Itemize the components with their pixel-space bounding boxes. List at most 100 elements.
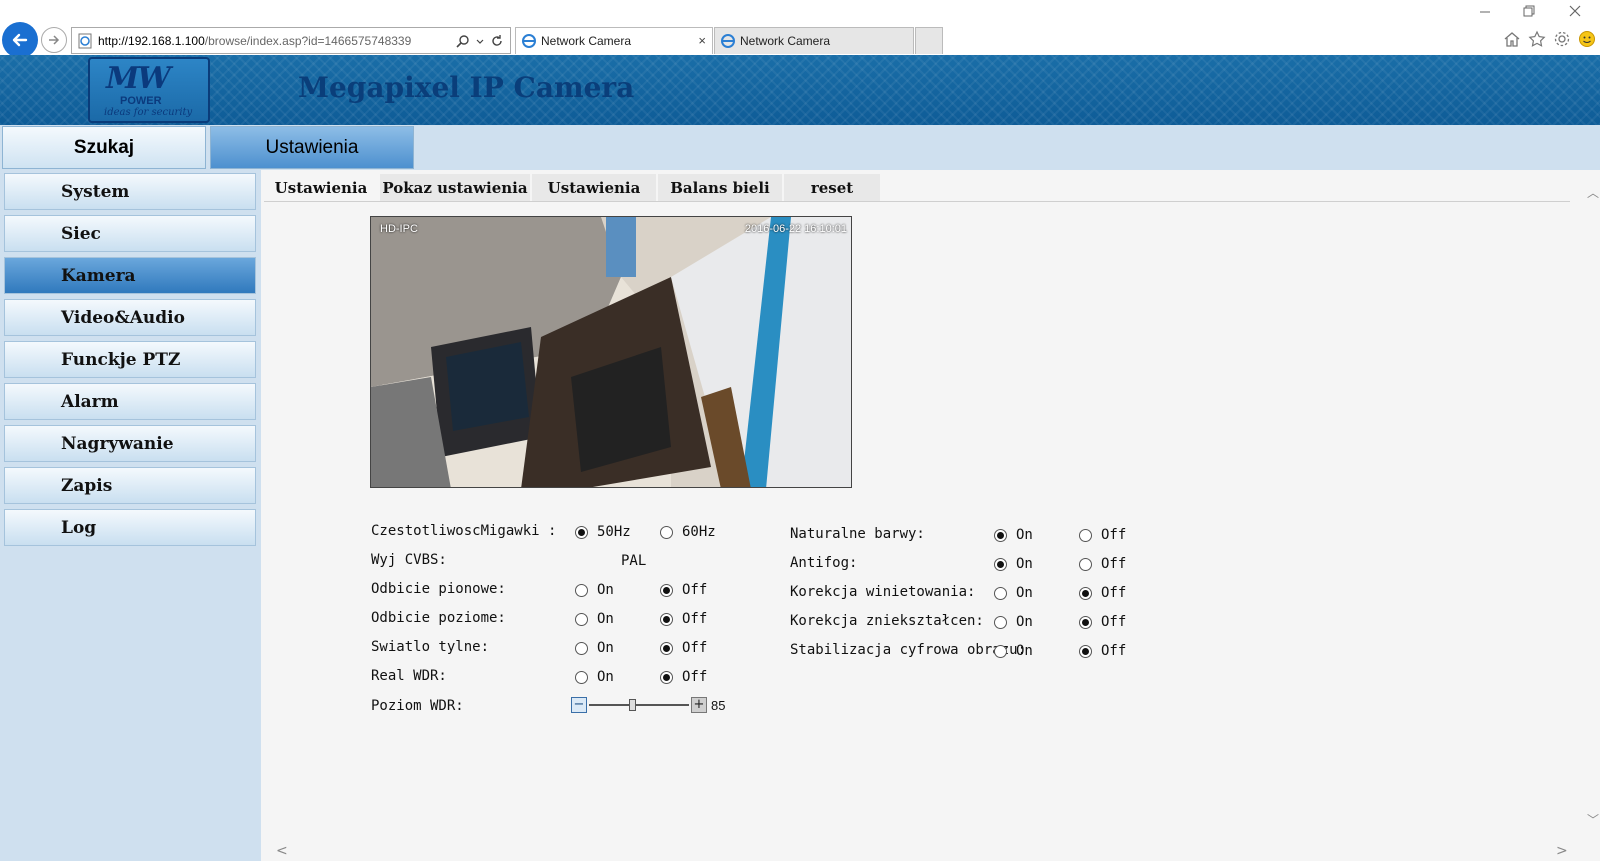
osd-timestamp: 2016-06-22 16:10:01 xyxy=(744,223,847,235)
sidebar-item-nagrywanie[interactable]: Nagrywanie xyxy=(4,425,256,462)
radio-backlight-on[interactable]: On xyxy=(575,640,614,656)
gear-icon[interactable] xyxy=(1553,30,1571,48)
label-vignette-correction: Korekcja winietowania: xyxy=(790,584,976,600)
radio-stabilization-on[interactable]: On xyxy=(994,643,1033,659)
radio-vflip-on[interactable]: On xyxy=(575,582,614,598)
subtab-ustawienia-2[interactable]: Ustawienia xyxy=(532,174,656,202)
page-title: Megapixel IP Camera xyxy=(298,71,635,104)
radio-wdr-on[interactable]: On xyxy=(575,669,614,685)
scroll-right-icon[interactable]: > xyxy=(1556,843,1568,859)
slider-track[interactable] xyxy=(589,704,689,706)
sidebar-item-siec[interactable]: Siec xyxy=(4,215,256,252)
favorites-star-icon[interactable] xyxy=(1528,30,1546,48)
subtab-reset[interactable]: reset xyxy=(784,174,880,202)
radio-shutter-50hz[interactable]: 50Hz xyxy=(575,524,631,540)
slider-handle[interactable] xyxy=(629,699,636,711)
radio-shutter-60hz[interactable]: 60Hz xyxy=(660,524,716,540)
tab-network-camera-active[interactable]: Network Camera × xyxy=(515,27,713,54)
forward-button[interactable] xyxy=(41,27,67,53)
tab-title: Network Camera xyxy=(740,34,831,48)
tab-title: Network Camera xyxy=(541,34,632,48)
scroll-down-icon[interactable]: ﹀ xyxy=(1587,811,1599,828)
sidebar-item-system[interactable]: System xyxy=(4,173,256,210)
radio-antifog-off[interactable]: Off xyxy=(1079,556,1126,572)
label-natural-colors: Naturalne barwy: xyxy=(790,526,925,542)
mw-power-logo: MW POWER ideas for security xyxy=(88,57,210,123)
radio-distortion-on[interactable]: On xyxy=(994,614,1033,630)
label-digital-stabilization: Stabilizacja cyfrowa obrazu: xyxy=(790,642,1027,658)
label-antifog: Antifog: xyxy=(790,555,858,571)
sidebar-item-video-audio[interactable]: Video&Audio xyxy=(4,299,256,336)
tab-ustawienia[interactable]: Ustawienia xyxy=(210,126,414,169)
radio-vignette-on[interactable]: On xyxy=(994,585,1033,601)
browser-chrome: http://192.168.1.100/browse/index.asp?id… xyxy=(0,0,1600,58)
camera-preview: HD-IPC 2016-06-22 16:10:01 xyxy=(370,216,852,488)
sidebar-item-alarm[interactable]: Alarm xyxy=(4,383,256,420)
dropdown-icon[interactable] xyxy=(476,34,484,48)
ie-logo-icon xyxy=(522,34,536,48)
ie-page-icon xyxy=(78,33,92,48)
wdr-level-slider[interactable]: − + xyxy=(571,697,707,713)
back-button[interactable] xyxy=(2,22,38,58)
restore-icon[interactable] xyxy=(1522,4,1536,18)
sidebar-item-ptz[interactable]: Funckje PTZ xyxy=(4,341,256,378)
subtab-pokaz-ustawienia[interactable]: Pokaz ustawienia xyxy=(380,174,530,202)
sidebar-item-zapis[interactable]: Zapis xyxy=(4,467,256,504)
close-tab-icon[interactable]: × xyxy=(698,33,706,48)
scroll-left-icon[interactable]: < xyxy=(276,843,288,859)
radio-stabilization-off[interactable]: Off xyxy=(1079,643,1126,659)
tab-network-camera[interactable]: Network Camera xyxy=(714,27,914,54)
label-vertical-flip: Odbicie pionowe: xyxy=(371,581,506,597)
vertical-scrollbar[interactable]: ︿ ﹀ xyxy=(1584,170,1600,861)
slider-increase-button[interactable]: + xyxy=(691,697,707,713)
scroll-up-icon[interactable]: ︿ xyxy=(1587,184,1599,201)
label-shutter-frequency: CzestotliwoscMigawki : xyxy=(371,523,557,539)
tab-szukaj[interactable]: Szukaj xyxy=(2,126,206,169)
arrow-right-icon xyxy=(49,35,60,45)
arrow-left-icon xyxy=(12,33,28,47)
radio-wdr-off[interactable]: Off xyxy=(660,669,707,685)
radio-vignette-off[interactable]: Off xyxy=(1079,585,1126,601)
close-window-icon[interactable] xyxy=(1568,4,1582,18)
osd-camera-name: HD-IPC xyxy=(380,223,418,235)
subtab-balans-bieli[interactable]: Balans bieli xyxy=(658,174,782,202)
radio-natural-on[interactable]: On xyxy=(994,527,1033,543)
wdr-level-value: 85 xyxy=(711,698,726,713)
top-tab-bar: Szukaj Ustawienia xyxy=(0,125,1600,170)
camera-subtabs: Ustawienia Pokaz ustawienia Ustawienia B… xyxy=(264,174,882,202)
label-horizontal-flip: Odbicie poziome: xyxy=(371,610,506,626)
address-bar[interactable]: http://192.168.1.100/browse/index.asp?id… xyxy=(71,27,511,54)
radio-backlight-off[interactable]: Off xyxy=(660,640,707,656)
radio-distortion-off[interactable]: Off xyxy=(1079,614,1126,630)
sidebar: System Siec Kamera Video&Audio Funckje P… xyxy=(0,170,261,861)
logo-mw-text: MW xyxy=(106,61,171,96)
radio-vflip-off[interactable]: Off xyxy=(660,582,707,598)
radio-antifog-on[interactable]: On xyxy=(994,556,1033,572)
logo-power-text: POWER xyxy=(120,95,162,107)
subtab-ustawienia[interactable]: Ustawienia xyxy=(264,174,378,202)
browser-toolbar-icons xyxy=(1503,30,1596,48)
label-wdr-level: Poziom WDR: xyxy=(371,698,464,714)
search-icon[interactable] xyxy=(456,34,470,48)
radio-natural-off[interactable]: Off xyxy=(1079,527,1126,543)
subtab-divider xyxy=(264,201,1570,202)
label-distortion-correction: Korekcja zniekształcen: xyxy=(790,613,984,629)
minimize-icon[interactable] xyxy=(1478,4,1492,18)
sidebar-item-log[interactable]: Log xyxy=(4,509,256,546)
value-cvbs-output: PAL xyxy=(621,553,647,569)
address-url[interactable]: http://192.168.1.100/browse/index.asp?id… xyxy=(98,34,456,48)
sidebar-item-kamera[interactable]: Kamera xyxy=(4,257,256,294)
label-cvbs-output: Wyj CVBS: xyxy=(371,552,447,568)
logo-slogan: ideas for security xyxy=(104,107,193,118)
slider-decrease-button[interactable]: − xyxy=(571,697,587,713)
home-icon[interactable] xyxy=(1503,30,1521,48)
label-real-wdr: Real WDR: xyxy=(371,668,447,684)
new-tab-button[interactable] xyxy=(915,27,943,54)
smiley-feedback-icon[interactable] xyxy=(1578,30,1596,48)
label-backlight: Swiatlo tylne: xyxy=(371,639,490,655)
ie-logo-icon xyxy=(721,34,735,48)
radio-hflip-off[interactable]: Off xyxy=(660,611,707,627)
refresh-icon[interactable] xyxy=(490,34,504,48)
radio-hflip-on[interactable]: On xyxy=(575,611,614,627)
camera-image xyxy=(371,217,851,487)
